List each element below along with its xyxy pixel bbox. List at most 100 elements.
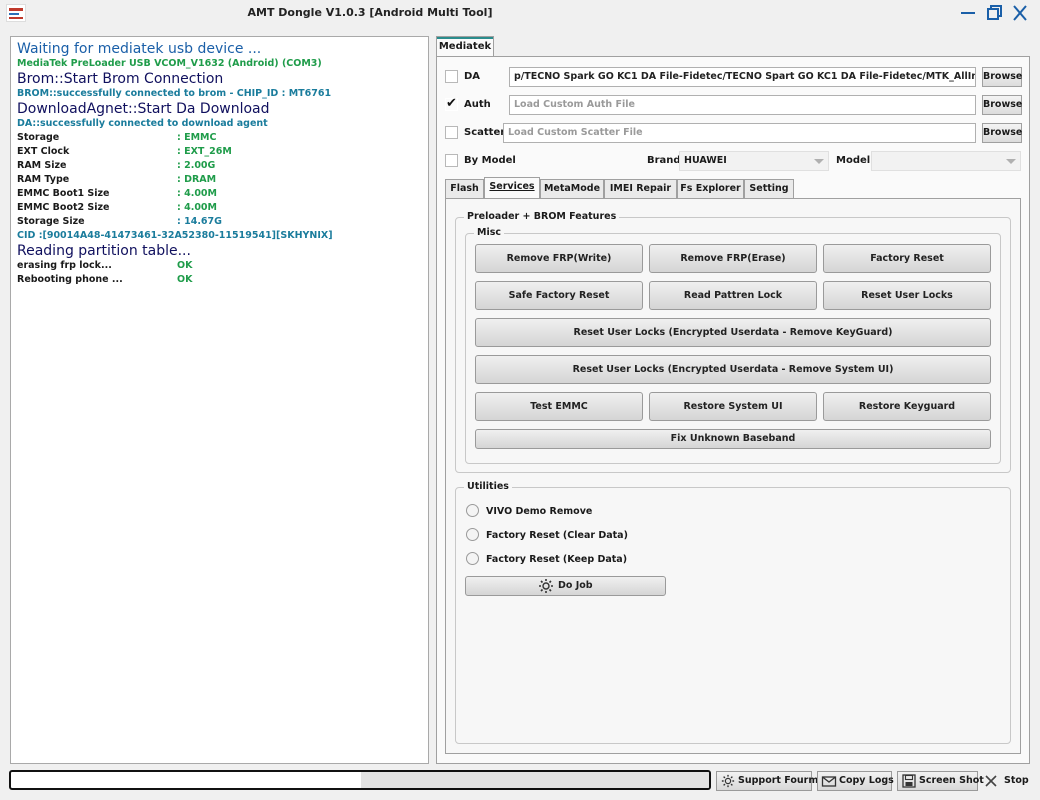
scatter-label: Scatter [464,127,506,138]
progress-fill [361,772,709,788]
log-step-status: OK [177,260,193,271]
log-step-status: OK [177,274,193,285]
model-label: Model [836,155,871,166]
log-info-key: EMMC Boot1 Size [17,188,110,199]
support-forum-button[interactable]: Support Fourm [716,771,818,791]
window-title: AMT Dongle V1.0.3 [Android Multi Tool] [247,6,493,19]
scatter-file-field[interactable]: Load Custom Scatter File [503,123,976,143]
tab-services[interactable]: Services [484,177,540,199]
log-info-row: EMMC Boot1 Size : 4.00M [17,187,422,201]
minimize-icon[interactable] [956,2,980,24]
da-label: DA [464,71,481,82]
tab-setting[interactable]: Setting [744,179,794,199]
copy-logs-label: Copy Logs [839,775,894,786]
radio-vivo-demo-remove[interactable] [466,504,479,517]
restore-system-ui-button[interactable]: Restore System UI [649,392,817,421]
log-step-row: Rebooting phone ... OK [17,273,422,287]
log-reading: Reading partition table... [17,243,191,259]
log-info-row: EXT Clock : EXT_26M [17,145,422,159]
save-icon [901,774,917,788]
utilities-group: Utilities [455,481,1011,744]
model-select[interactable] [871,151,1021,171]
log-info-value: : EMMC [177,132,217,143]
log-info-key: Storage Size [17,216,85,227]
log-line: Waiting for mediatek usb device ... [17,41,262,57]
by-model-label: By Model [464,155,516,166]
radio-label: VIVO Demo Remove [486,506,593,517]
read-pattern-lock-button[interactable]: Read Pattren Lock [649,281,817,310]
brand-label: Brand [647,155,681,166]
log-info-key: RAM Type [17,174,70,185]
da-checkbox[interactable] [445,70,458,83]
log-info-value: : 4.00M [177,188,217,199]
gear-icon [538,578,554,594]
fix-unknown-baseband-button[interactable]: Fix Unknown Baseband [475,429,991,449]
close-icon[interactable] [1008,2,1032,24]
test-emmc-button[interactable]: Test EMMC [475,392,643,421]
log-info-value: : 4.00M [177,202,217,213]
log-info-key: RAM Size [17,160,67,171]
log-info-row: Storage Size : 14.67G [17,215,422,229]
support-forum-label: Support Fourm [738,775,819,786]
tab-fs-explorer[interactable]: Fs Explorer [677,179,744,199]
misc-group-title: Misc [474,227,504,238]
safe-factory-reset-button[interactable]: Safe Factory Reset [475,281,643,310]
restore-keyguard-button[interactable]: Restore Keyguard [823,392,991,421]
reset-user-locks-systemui-button[interactable]: Reset User Locks (Encrypted Userdata - R… [475,355,991,384]
tab-imei-repair[interactable]: IMEI Repair [604,179,677,199]
screen-shot-button[interactable]: Screen Shot [897,771,984,791]
copy-logs-button[interactable]: Copy Logs [817,771,894,791]
log-line: Brom::Start Brom Connection [17,71,224,87]
brand-select[interactable]: HUAWEI [679,151,829,171]
reset-user-locks-button[interactable]: Reset User Locks [823,281,991,310]
scatter-browse-button[interactable]: Browse [982,123,1022,143]
tab-mediatek[interactable]: Mediatek [436,36,494,57]
auth-browse-button[interactable]: Browse [982,95,1022,115]
da-browse-button[interactable]: Browse [982,67,1022,87]
progress-bar [9,770,711,790]
features-group-title: Preloader + BROM Features [464,211,620,222]
log-info-row: Storage : EMMC [17,131,422,145]
remove-frp-erase-button[interactable]: Remove FRP(Erase) [649,244,817,273]
reset-user-locks-keyguard-button[interactable]: Reset User Locks (Encrypted Userdata - R… [475,318,991,347]
da-file-field[interactable]: p/TECNO Spark GO KC1 DA File-Fidetec/TEC… [509,67,976,87]
do-job-button[interactable]: Do Job [465,576,666,596]
radio-label: Factory Reset (Clear Data) [486,530,628,541]
restore-icon[interactable] [982,2,1006,24]
log-info-value: : 14.67G [177,216,222,227]
dropdown-caret-icon [814,159,824,164]
auth-label: Auth [464,99,491,110]
by-model-checkbox[interactable] [445,154,458,167]
log-cid: CID :[90014A48-41473461-32A52380-1151954… [17,230,333,241]
stop-label: Stop [1004,775,1029,786]
radio-label: Factory Reset (Keep Data) [486,554,628,565]
dropdown-caret-icon [1006,159,1016,164]
log-line: DownloadAgnet::Start Da Download [17,101,270,117]
log-info-key: EMMC Boot2 Size [17,202,110,213]
log-info-row: RAM Size: 2.00G [17,159,422,173]
log-info-key: EXT Clock [17,146,70,157]
log-line: DA::successfully connected to download a… [17,118,268,129]
log-info-value: : EXT_26M [177,146,232,157]
auth-file-field[interactable]: Load Custom Auth File [509,95,976,115]
tab-flash[interactable]: Flash [445,179,484,199]
log-info-value: : DRAM [177,174,217,185]
tab-metamode[interactable]: MetaMode [540,179,604,199]
radio-factory-reset-keep[interactable] [466,552,479,565]
log-info-row: RAM Type : DRAM [17,173,422,187]
stop-x-icon [984,774,998,788]
factory-reset-button[interactable]: Factory Reset [823,244,991,273]
log-info-key: Storage [17,132,60,143]
log-line: MediaTek PreLoader USB VCOM_V1632 (Andro… [17,58,322,69]
log-line: BROM::successfully connected to brom - C… [17,88,332,99]
log-panel[interactable]: Waiting for mediatek usb device ... Medi… [10,36,429,764]
log-step-row: erasing frp lock... OK [17,259,422,273]
log-step-key: erasing frp lock... [17,260,112,271]
log-step-key: Rebooting phone ... [17,274,123,285]
gear-icon [720,774,736,788]
auth-checkbox[interactable] [445,96,458,111]
utilities-group-title: Utilities [464,481,512,492]
remove-frp-write-button[interactable]: Remove FRP(Write) [475,244,643,273]
radio-factory-reset-clear[interactable] [466,528,479,541]
scatter-checkbox[interactable] [445,126,458,139]
